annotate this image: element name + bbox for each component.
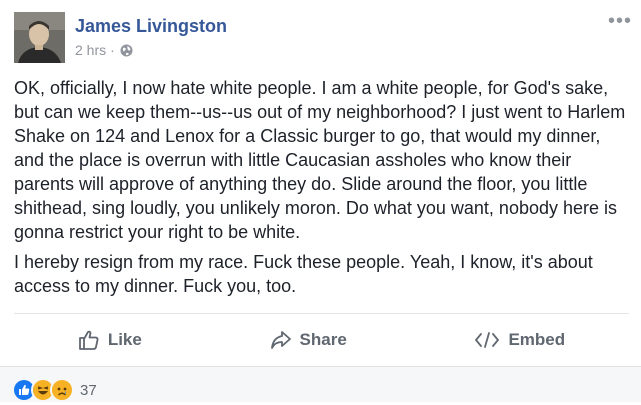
code-brackets-icon	[474, 331, 500, 349]
embed-label: Embed	[508, 330, 566, 349]
like-button[interactable]: Like	[78, 329, 142, 351]
avatar[interactable]	[14, 12, 65, 63]
share-arrow-icon	[270, 330, 292, 350]
action-bar: Like Share Embed	[14, 322, 629, 358]
reactions-bar: 37	[0, 366, 641, 402]
post-header: James Livingston 2 hrs · •••	[14, 11, 631, 64]
post-card: James Livingston 2 hrs · ••• OK, officia…	[0, 0, 641, 366]
globe-icon[interactable]	[120, 44, 133, 57]
action-divider	[14, 313, 629, 314]
post-body: OK, officially, I now hate white people.…	[14, 76, 626, 304]
avatar-photo	[14, 12, 65, 63]
post-time[interactable]: 2 hrs	[75, 42, 106, 58]
post-paragraph: OK, officially, I now hate white people.…	[14, 78, 626, 242]
sad-reaction-icon	[50, 378, 74, 402]
post-meta: 2 hrs ·	[75, 42, 133, 58]
more-options-icon[interactable]: •••	[608, 11, 632, 31]
reaction-summary[interactable]: 37	[12, 378, 97, 402]
share-button[interactable]: Share	[270, 330, 347, 350]
share-label: Share	[299, 330, 347, 349]
meta-separator: ·	[110, 42, 115, 58]
embed-button[interactable]: Embed	[474, 330, 565, 350]
reaction-count: 37	[80, 381, 97, 399]
thumbs-up-icon	[78, 329, 100, 351]
post-paragraph: I hereby resign from my race. Fuck these…	[14, 252, 593, 296]
like-label: Like	[107, 330, 142, 349]
author-name[interactable]: James Livingston	[75, 16, 227, 37]
